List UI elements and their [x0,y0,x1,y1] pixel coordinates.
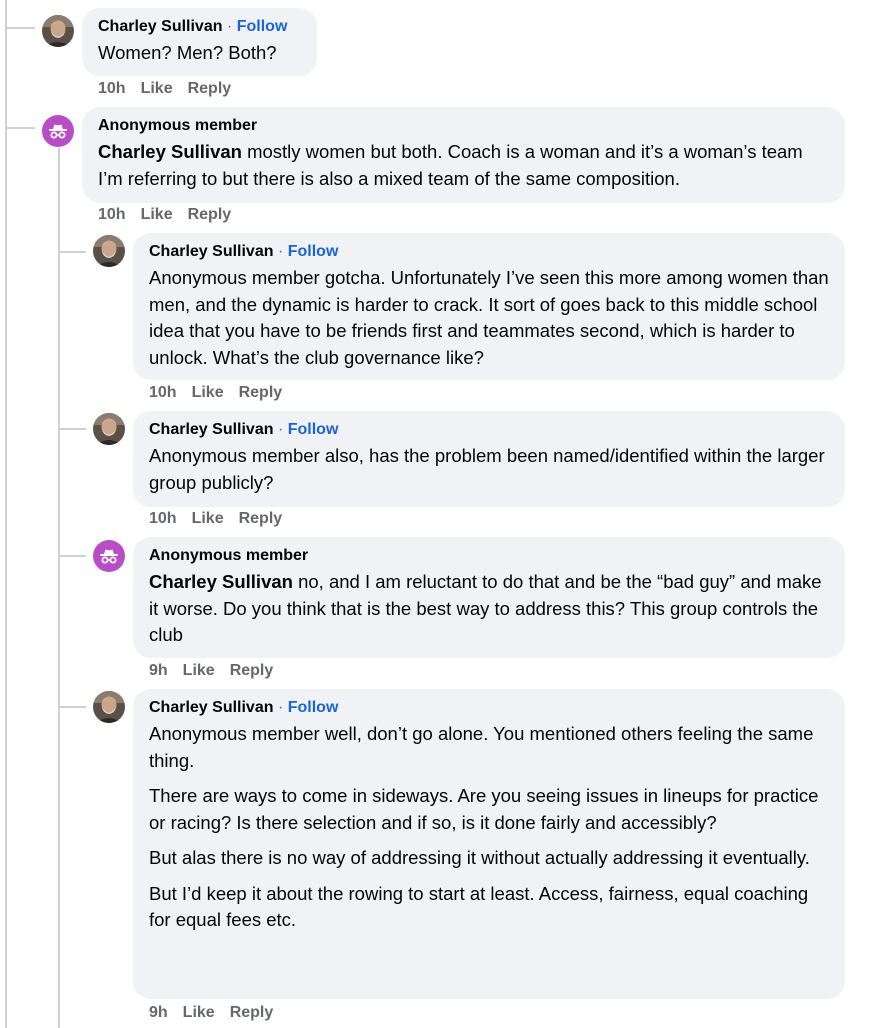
comment-actions: 10h Like Reply [98,79,246,99]
reply-button[interactable]: Reply [239,510,283,527]
like-button[interactable]: Like [192,384,224,401]
separator-dot: · [277,421,284,438]
profile-photo-icon [42,15,74,47]
mention-link[interactable]: Charley Sullivan [98,141,242,162]
comment-text: Women? Men? Both? [98,40,301,67]
timestamp[interactable]: 9h [149,1004,168,1021]
comment-paragraph-text: Anonymous member gotcha. Unfortunately I… [149,267,829,368]
like-button[interactable]: Like [141,80,173,97]
comment-bubble: Charley Sullivan · Follow Anonymous memb… [133,411,845,507]
avatar[interactable] [42,15,74,47]
comment-paragraph-text: But alas there is no way of addressing i… [149,847,810,868]
author-name[interactable]: Charley Sullivan [149,699,274,716]
comment-text: Anonymous member also, has the problem b… [149,443,829,496]
avatar[interactable] [93,691,125,723]
comment-actions: 10h Like Reply [149,509,297,529]
reply-button[interactable]: Reply [239,384,283,401]
thread-line [58,428,86,430]
comment-paragraph-text: But I’d keep it about the rowing to star… [149,882,809,931]
profile-photo-icon [93,413,125,445]
thread-line [5,27,35,29]
like-button[interactable]: Like [141,206,173,223]
comment-paragraph-text: Anonymous member well, don’t go alone. Y… [149,723,814,771]
author-name[interactable]: Charley Sullivan [149,243,274,260]
reply-button[interactable]: Reply [188,206,232,223]
reply-button[interactable]: Reply [230,1004,274,1021]
thread-line [58,555,86,557]
thread-line [5,127,35,129]
timestamp[interactable]: 10h [149,510,177,527]
profile-photo-icon [93,235,125,267]
separator-dot: · [277,243,284,260]
comment-paragraph-text: Women? Men? Both? [98,42,277,63]
avatar[interactable] [93,413,125,445]
thread-line [58,706,86,708]
thread-line [5,0,7,1028]
separator-dot: · [277,699,284,716]
comment-bubble: Charley Sullivan · Follow Anonymous memb… [133,689,845,999]
comment-actions: 9h Like Reply [149,1003,288,1023]
comment-text: Charley Sullivan no, and I am reluctant … [149,569,829,649]
comment-paragraph: Charley Sullivan mostly women but both. … [98,139,829,192]
anonymous-icon [100,549,118,564]
comment-text: Anonymous member gotcha. Unfortunately I… [149,265,829,371]
comment-thread: Charley Sullivan · Follow Women? Men? Bo… [0,0,870,1028]
author-name[interactable]: Charley Sullivan [149,421,274,438]
comment-text: Charley Sullivan mostly women but both. … [98,139,829,192]
comment-paragraph: Charley Sullivan no, and I am reluctant … [149,569,829,649]
like-button[interactable]: Like [183,662,215,679]
mention-link[interactable]: Charley Sullivan [149,571,293,592]
comment-actions: 9h Like Reply [149,661,288,681]
thread-line [58,251,86,253]
comment-paragraph-text: Anonymous member also, has the problem b… [149,445,825,493]
like-button[interactable]: Like [192,510,224,527]
comment-bubble: Charley Sullivan · Follow Anonymous memb… [133,233,845,380]
comment-text: Anonymous member well, don’t go alone. Y… [149,721,829,934]
follow-button[interactable]: Follow [288,699,339,716]
anonymous-icon [49,124,67,139]
comment-paragraph-text: There are ways to come in sideways. Are … [149,785,819,833]
avatar[interactable] [93,235,125,267]
comment-bubble: Anonymous member Charley Sullivan no, an… [133,537,845,658]
author-name[interactable]: Charley Sullivan [98,18,223,35]
avatar[interactable] [42,115,74,147]
timestamp[interactable]: 9h [149,662,168,679]
follow-button[interactable]: Follow [288,421,339,438]
reply-button[interactable]: Reply [230,662,274,679]
comment-paragraph: Anonymous member also, has the problem b… [149,443,829,496]
timestamp[interactable]: 10h [149,384,177,401]
separator-dot: · [226,18,233,35]
avatar[interactable] [93,540,125,572]
timestamp[interactable]: 10h [98,80,126,97]
comment-actions: 10h Like Reply [149,383,297,403]
comment-bubble: Anonymous member Charley Sullivan mostly… [82,107,845,203]
follow-button[interactable]: Follow [288,243,339,260]
author-name[interactable]: Anonymous member [149,547,308,564]
comment-paragraph: There are ways to come in sideways. Are … [149,783,829,836]
profile-photo-icon [93,691,125,723]
comment-bubble: Charley Sullivan · Follow Women? Men? Bo… [82,8,317,76]
comment-paragraph: But I’d keep it about the rowing to star… [149,881,829,934]
follow-button[interactable]: Follow [237,18,288,35]
reply-button[interactable]: Reply [188,80,232,97]
comment-paragraph: But alas there is no way of addressing i… [149,845,829,872]
author-name[interactable]: Anonymous member [98,117,257,134]
thread-line [58,148,60,1028]
comment-paragraph: Women? Men? Both? [98,40,301,67]
comment-actions: 10h Like Reply [98,205,246,225]
comment-paragraph: Anonymous member well, don’t go alone. Y… [149,721,829,774]
like-button[interactable]: Like [183,1004,215,1021]
comment-paragraph: Anonymous member gotcha. Unfortunately I… [149,265,829,371]
timestamp[interactable]: 10h [98,206,126,223]
